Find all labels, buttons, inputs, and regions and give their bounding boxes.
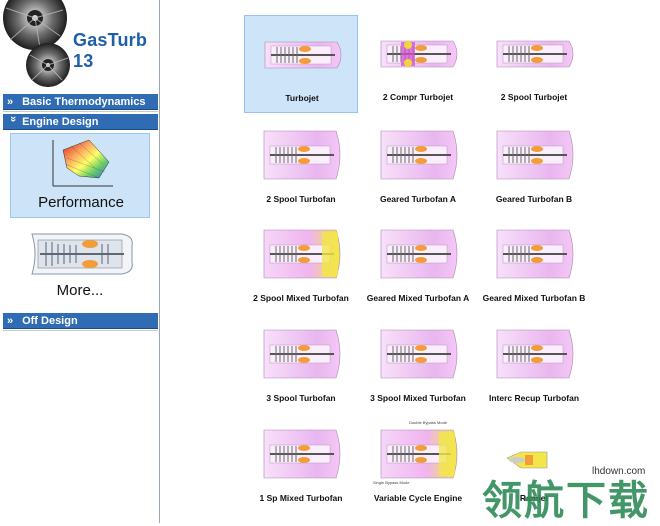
double-chevron-right-icon: » [7, 315, 14, 327]
three-spool-turbofan-icon [263, 329, 341, 379]
more-item[interactable]: More... [10, 226, 150, 306]
engine-tile[interactable]: Interc Recup Turbofan [477, 314, 591, 412]
engine-label: Turbojet [285, 93, 319, 103]
engine-label: 2 Spool Turbofan [266, 194, 336, 204]
performance-map-icon [52, 139, 113, 187]
section-label: Engine Design [22, 116, 99, 128]
two-spool-turbojet-icon [496, 40, 574, 68]
engine-tile[interactable]: Geared Mixed Turbofan B [477, 214, 591, 312]
geared-turbofan-a-icon [380, 130, 458, 180]
engine-tile[interactable]: Double Bypass Mode Single Bypass Mode Vari… [361, 414, 475, 512]
geared-turbofan-b-icon [496, 130, 574, 180]
sidebar: GasTurb 13 » Basic Thermodynamics » Engi… [0, 0, 160, 523]
engine-label: 2 Compr Turbojet [382, 92, 454, 102]
engine-label: Geared Mixed Turbofan A [366, 293, 470, 303]
two-spool-turbofan-icon [263, 130, 341, 180]
engine-label: Geared Turbofan A [379, 194, 457, 204]
two-compr-turbojet-icon [380, 40, 458, 68]
engine-tile[interactable]: 2 Spool Turbofan [244, 115, 358, 213]
double-bypass-annotation: Double Bypass Mode [409, 420, 448, 425]
app-logo: GasTurb 13 [0, 0, 160, 90]
turbojet-icon [264, 41, 342, 69]
double-chevron-right-icon: » [7, 96, 14, 108]
single-bypass-annotation: Single Bypass Mode [373, 480, 410, 485]
section-label: Off Design [22, 315, 78, 327]
engine-label: Interc Recup Turbofan [488, 393, 580, 403]
section-off-design[interactable]: » Off Design [3, 313, 158, 329]
divider [3, 330, 158, 331]
engine-cutaway-icon [31, 233, 133, 275]
engine-tile[interactable]: Geared Mixed Turbofan A [361, 214, 475, 312]
engine-tile[interactable]: Geared Turbofan A [361, 115, 475, 213]
watermark: 领航下载 lhdown.com [476, 466, 660, 524]
engine-label: 1 Sp Mixed Turbofan [259, 493, 343, 503]
section-basic-thermodynamics[interactable]: » Basic Thermodynamics [3, 94, 158, 110]
performance-item[interactable]: Performance [10, 133, 150, 218]
variable-cycle-engine-icon: Double Bypass Mode Single Bypass Mode [373, 420, 458, 485]
engine-tile[interactable]: 3 Spool Turbofan [244, 314, 358, 412]
performance-label: Performance [38, 194, 124, 211]
geared-mixed-turbofan-b-icon [496, 229, 574, 279]
section-engine-design[interactable]: » Engine Design [3, 114, 158, 130]
engine-label: 2 Spool Turbojet [500, 92, 568, 102]
divider [3, 111, 158, 112]
interc-recup-turbofan-icon [496, 329, 574, 379]
engine-label: Geared Mixed Turbofan B [482, 293, 586, 303]
engine-tile[interactable]: Turbojet [244, 15, 358, 113]
engine-tile[interactable]: 2 Spool Mixed Turbofan [244, 214, 358, 312]
engine-tile[interactable]: 2 Spool Turbojet [477, 15, 591, 113]
section-label: Basic Thermodynamics [22, 96, 146, 108]
app-title: GasTurb 13 [73, 30, 148, 71]
three-spool-mixed-turbofan-icon [380, 329, 458, 379]
more-label: More... [56, 282, 104, 299]
engine-label: Geared Turbofan B [495, 194, 573, 204]
engine-tile[interactable]: Geared Turbofan B [477, 115, 591, 213]
engine-label: Variable Cycle Engine [373, 493, 463, 503]
engine-tile[interactable]: 1 Sp Mixed Turbofan [244, 414, 358, 512]
engine-gallery: Turbojet 2 Compr Turbojet 2 Spool Turbojet… [161, 0, 660, 523]
engine-label: 3 Spool Mixed Turbofan [370, 393, 466, 403]
engine-label: 2 Spool Mixed Turbofan [253, 293, 349, 303]
engine-label: 3 Spool Turbofan [266, 393, 336, 403]
engine-tile[interactable]: 2 Compr Turbojet [361, 15, 475, 113]
two-spool-mixed-turbofan-icon [263, 229, 341, 279]
engine-tile[interactable]: 3 Spool Mixed Turbofan [361, 314, 475, 412]
one-sp-mixed-turbofan-icon [263, 429, 341, 479]
double-chevron-down-icon: » [7, 116, 19, 123]
geared-mixed-turbofan-a-icon [380, 229, 458, 279]
watermark-site: lhdown.com [590, 466, 648, 477]
